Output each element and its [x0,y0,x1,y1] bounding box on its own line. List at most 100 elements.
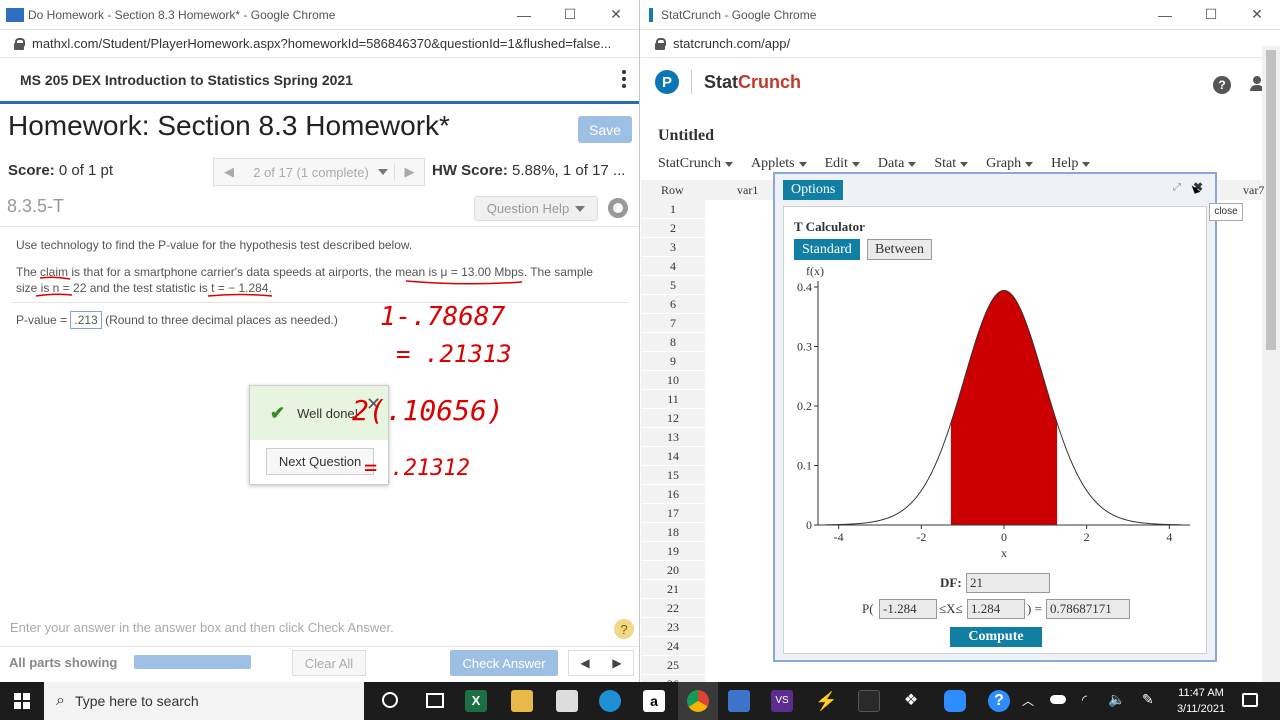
header-row: Row [661,183,684,197]
row-number[interactable]: 10 [641,371,705,390]
calculator-body: T Calculator Standard Between -4 -2 0 2 4 0 0.… [783,206,1207,654]
visual-studio-icon[interactable]: VS [771,690,793,712]
row-number[interactable]: 16 [641,485,705,504]
df-input[interactable]: 21 [966,573,1050,593]
zoom-icon[interactable] [944,690,966,712]
file-explorer-icon[interactable] [511,690,533,712]
chevron-up-icon[interactable]: ︿ [1022,692,1034,709]
row-number[interactable]: 18 [641,523,705,542]
y-tick-label: 0.2 [797,399,812,413]
help-icon[interactable]: ? [988,690,1010,712]
dropbox-icon[interactable]: ❖ [900,690,922,712]
wifi-icon[interactable]: ◜ [1082,692,1087,708]
menu-graph[interactable]: Graph [986,156,1034,172]
row-number[interactable]: 13 [641,428,705,447]
menu-edit[interactable]: Edit [825,156,860,172]
pen-icon[interactable]: ✎ [1142,691,1154,708]
calculator-title: T Calculator [794,219,865,234]
brand-stat: Stat [704,71,739,92]
menu-help[interactable]: Help [1051,156,1091,172]
windows-start-icon[interactable] [14,693,30,709]
scrollbar-thumb[interactable] [1266,50,1276,350]
maximize-icon[interactable]: ☐ [1188,6,1234,23]
y-tick-label: 0 [806,518,812,532]
row-number[interactable]: 4 [641,257,705,276]
row-number[interactable]: 21 [641,580,705,599]
row-number[interactable]: 5 [641,276,705,295]
row-number[interactable]: 23 [641,618,705,637]
pearson-logo-icon: P [655,70,679,94]
row-number[interactable]: 24 [641,637,705,656]
row-number[interactable]: 14 [641,447,705,466]
row-number[interactable]: 26 [641,675,705,682]
scrollbar[interactable] [1262,46,1280,682]
row-number[interactable]: 1 [641,200,705,219]
row-number[interactable]: 12 [641,409,705,428]
brand-crunch: Crunch [738,71,802,92]
handwriting-3: 2(.10656) [352,394,504,427]
right-address-bar[interactable]: statcrunch.com/app/ [641,30,1280,58]
store-icon[interactable] [556,690,578,712]
options-button[interactable]: Options [783,180,844,200]
onedrive-icon[interactable] [1050,695,1066,704]
row-number[interactable]: 17 [641,504,705,523]
clock[interactable]: 11:47 AM 3/11/2021 [1172,685,1230,717]
row-number[interactable]: 7 [641,314,705,333]
row-number[interactable]: 2 [641,219,705,238]
right-titlebar: StatCrunch - Google Chrome — ☐ ✕ [641,0,1280,30]
clock-time: 11:47 AM [1178,687,1224,699]
lower-bound-input[interactable]: -1.284 [879,599,937,619]
shaded-area [950,290,1058,525]
x-axis-label: x [1001,546,1007,557]
p-open: P( [862,601,874,616]
power-automate-icon[interactable]: ⚡ [815,690,837,712]
handwriting-4: = .21312 [364,456,470,481]
taskbar-search[interactable]: ⌕ Type here to search [44,682,364,720]
close-tooltip: close [1209,203,1243,221]
clock-date: 3/11/2021 [1176,703,1226,715]
statcrunch-header: P StatCrunch [655,70,801,94]
excel-icon[interactable]: X [465,690,487,712]
document-title: Untitled [658,127,714,144]
windows-taskbar: ⌕ Type here to search X a VS ⚡ ❖ ? ︿ ◜ 🔈… [0,682,1280,720]
header-var7[interactable]: var7 [1243,183,1264,198]
notifications-icon[interactable] [1242,693,1258,707]
row-number[interactable]: 3 [641,238,705,257]
help-icon[interactable]: ? [1213,76,1231,94]
row-number[interactable]: 22 [641,599,705,618]
row-number[interactable]: 6 [641,295,705,314]
menu-statcrunch[interactable]: StatCrunch [658,156,733,172]
expand-icon[interactable]: ⤢ [1173,182,1181,193]
row-number[interactable]: 8 [641,333,705,352]
menu-applets[interactable]: Applets [751,156,807,172]
edge-icon[interactable] [599,690,621,712]
row-number[interactable]: 11 [641,390,705,409]
app-icon[interactable] [858,690,880,712]
t-calculator-dialog: Options ⤢ ✖ T Calculator Standard Betwee… [773,172,1217,662]
x-tick-label: 2 [1084,530,1090,544]
row-number[interactable]: 19 [641,542,705,561]
upper-bound-input[interactable]: 1.284 [967,599,1025,619]
task-view-icon[interactable] [426,693,444,708]
menu-data[interactable]: Data [878,156,917,172]
row-number[interactable]: 9 [641,352,705,371]
row-number[interactable]: 20 [641,561,705,580]
volume-icon[interactable]: 🔈 [1108,691,1125,708]
menu-stat[interactable]: Stat [934,156,969,172]
compute-button[interactable]: Compute [950,627,1042,647]
close-icon[interactable]: ✕ [1234,6,1280,23]
row-number[interactable]: 15 [641,466,705,485]
calculator-icon[interactable] [728,690,750,712]
x-tick-label: 0 [1001,530,1007,544]
cortana-icon[interactable] [382,692,398,708]
header-var1[interactable]: var1 [737,183,758,198]
probability-result: 0.78687171 [1046,599,1130,619]
y-tick-label: 0.3 [797,340,812,354]
logo-divider [691,70,692,94]
minimize-icon[interactable]: — [1142,7,1188,23]
amazon-icon[interactable]: a [643,690,665,712]
df-label: DF: [940,575,962,590]
row-number[interactable]: 25 [641,656,705,675]
x-tick-label: -2 [916,530,926,544]
chrome-active-task[interactable] [678,682,718,720]
